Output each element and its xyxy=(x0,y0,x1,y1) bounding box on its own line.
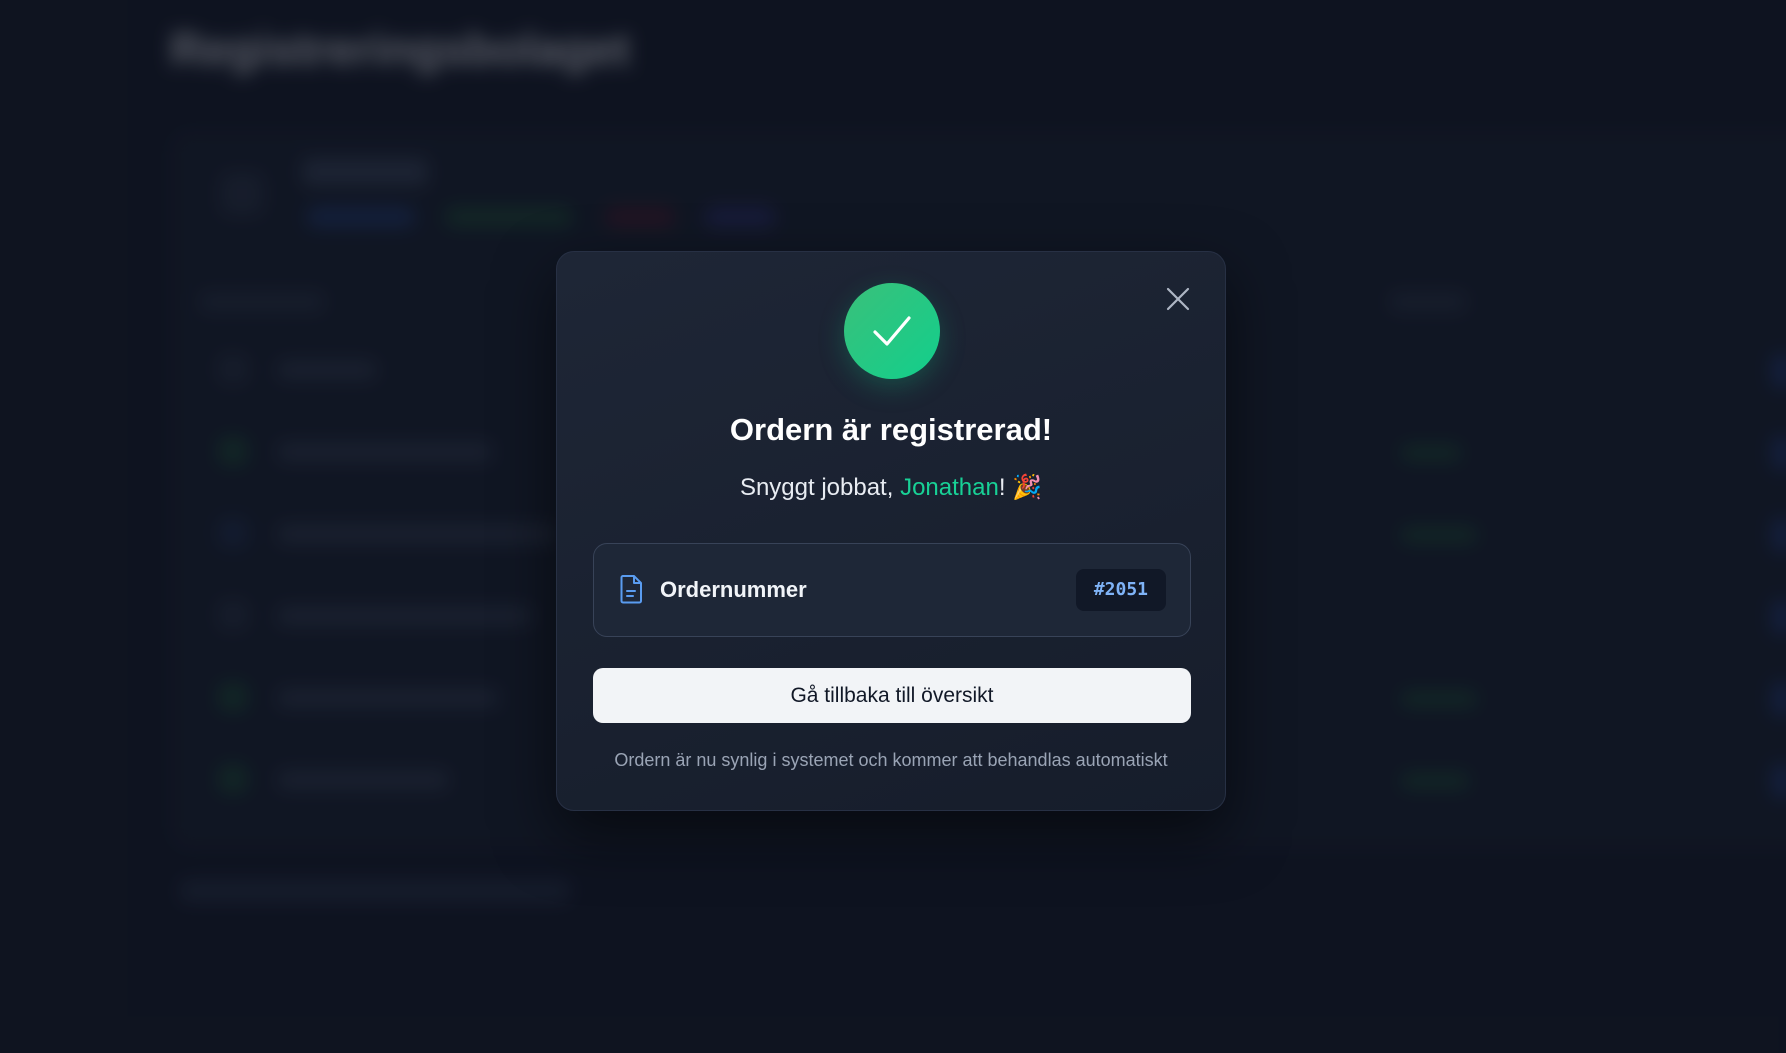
close-icon xyxy=(1166,287,1190,311)
document-icon xyxy=(620,575,642,604)
order-number-label: Ordernummer xyxy=(660,577,807,602)
success-badge xyxy=(844,283,940,379)
greeting-text: Snyggt jobbat, Jonathan! 🎉 xyxy=(557,473,1225,502)
greeting-prefix: Snyggt jobbat, xyxy=(739,474,901,501)
user-name: Jonathan xyxy=(900,474,999,501)
check-icon xyxy=(873,316,911,346)
dialog-title: Ordern är registrerad! xyxy=(729,412,1053,447)
success-dialog: Ordern är registrerad! Snyggt jobbat, Jo… xyxy=(556,251,1226,811)
close-button[interactable] xyxy=(1165,286,1191,312)
dialog-footnote: Ordern är nu synlig i systemet och komme… xyxy=(614,750,1168,770)
back-to-overview-button[interactable]: Gå tillbaka till översikt xyxy=(593,668,1191,723)
order-number-card: Ordernummer #2051 xyxy=(593,543,1191,637)
order-number-value: #2051 xyxy=(1075,569,1166,611)
greeting-suffix: ! 🎉 xyxy=(998,474,1043,501)
